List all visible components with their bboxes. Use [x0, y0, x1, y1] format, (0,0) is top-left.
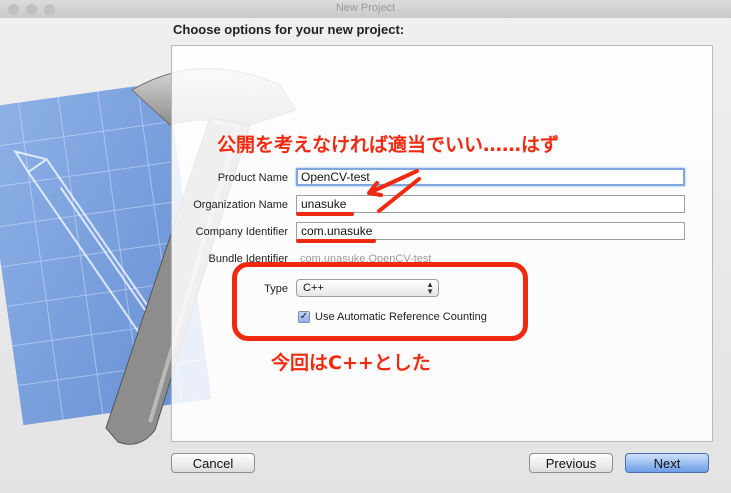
- annotation-note-top: 公開を考えなければ適当でいい……はず: [217, 134, 560, 156]
- company-identifier-label: Company Identifier: [195, 226, 288, 238]
- annotation-arrows-icon: [367, 169, 421, 213]
- window-title: New Project: [335, 2, 396, 14]
- next-button[interactable]: Next: [625, 453, 709, 473]
- annotation-highlight-box: [232, 262, 528, 341]
- cancel-button[interactable]: Cancel: [171, 453, 255, 473]
- organization-name-underline: [296, 212, 354, 216]
- organization-name-label: Organization Name: [193, 199, 288, 211]
- options-panel: [171, 45, 713, 442]
- product-name-label: Product Name: [217, 172, 288, 184]
- page-title: Choose options for your new project:: [173, 22, 405, 37]
- previous-button[interactable]: Previous: [529, 453, 613, 473]
- company-identifier-field[interactable]: [296, 222, 685, 240]
- annotation-note-bottom: 今回はC++とした: [271, 352, 431, 374]
- company-identifier-underline: [296, 239, 376, 243]
- window-titlebar: New Project: [0, 0, 731, 19]
